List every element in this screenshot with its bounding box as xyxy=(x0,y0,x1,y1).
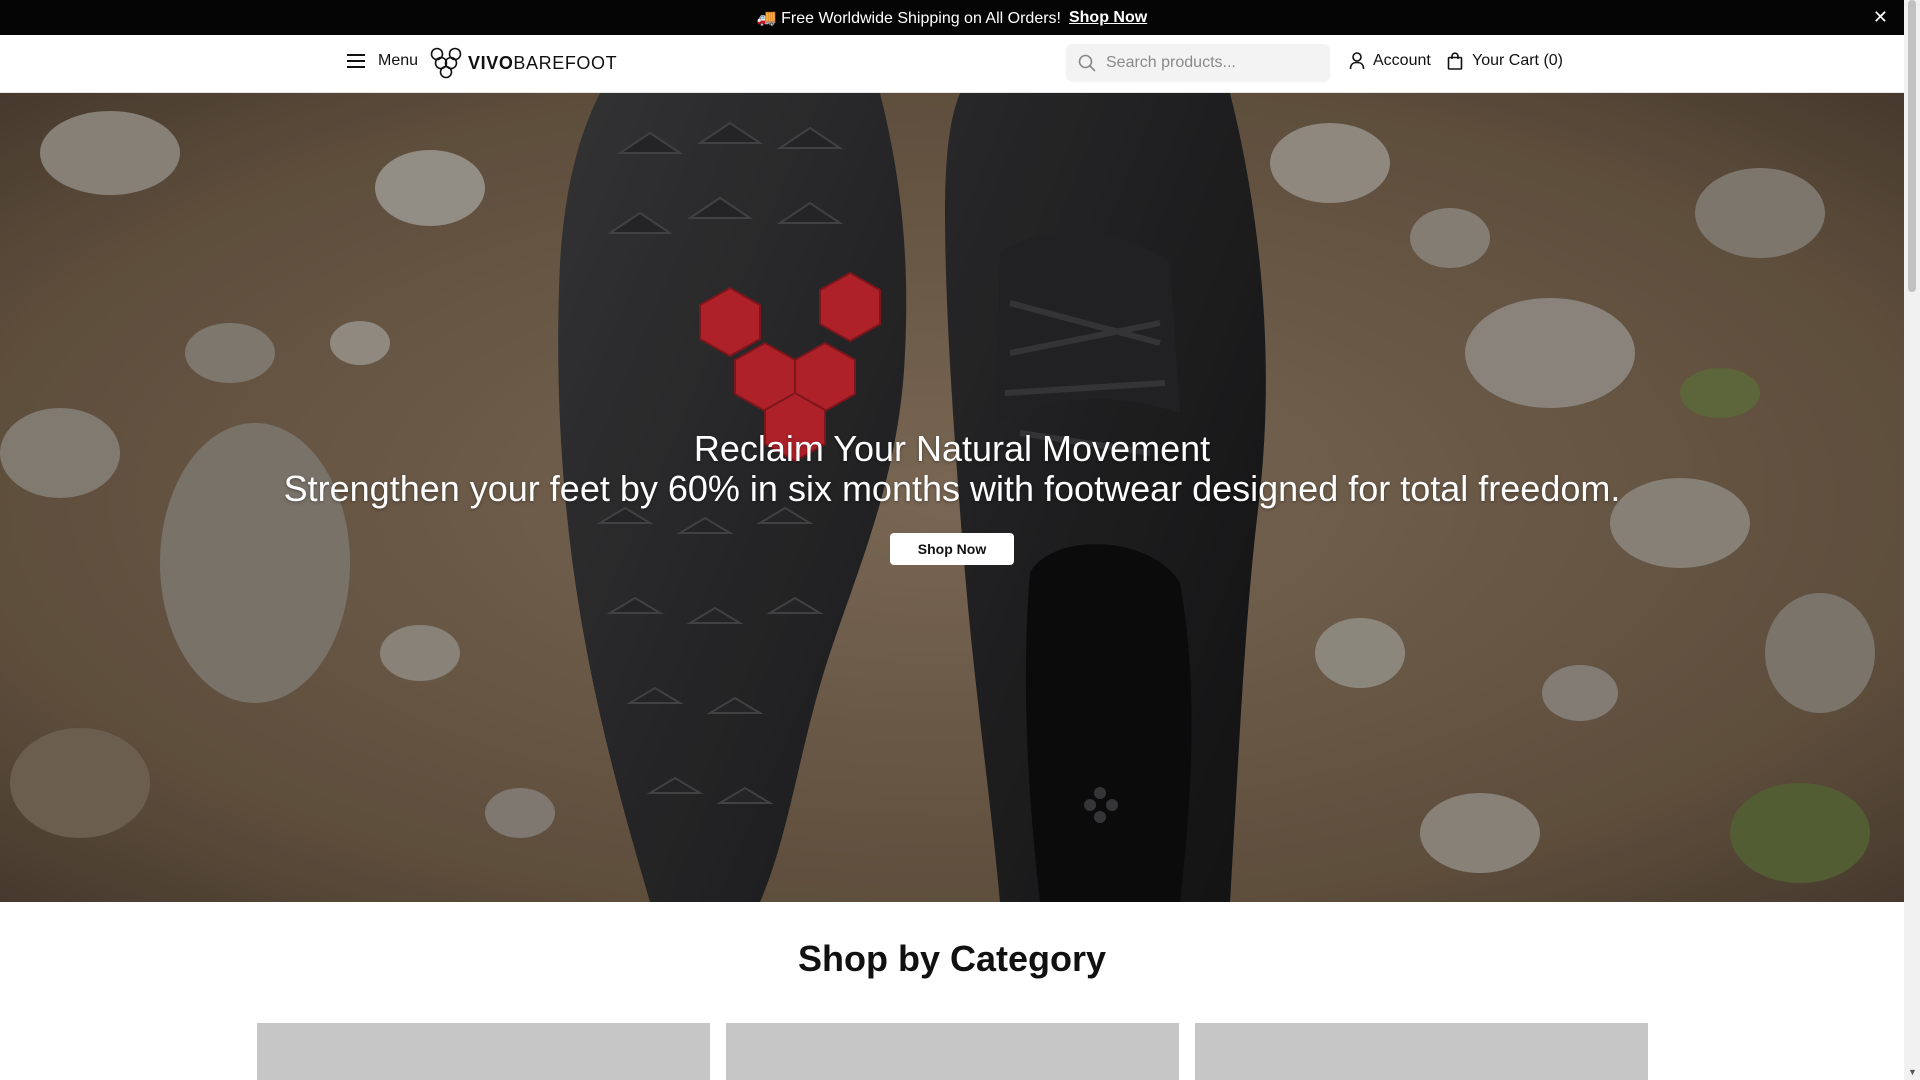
logo-text-light: BAREFOOT xyxy=(513,52,618,73)
logo-icon xyxy=(430,47,462,79)
menu-label: Menu xyxy=(378,52,419,69)
category-heading: Shop by Category xyxy=(797,938,1107,979)
menu-button[interactable]: Menu xyxy=(346,52,418,70)
logo-text-bold: VIVO xyxy=(468,52,514,73)
scroll-down-arrow-icon[interactable]: ▼ xyxy=(1908,1067,1917,1077)
site-header: Menu VIVOBAREFOOT Search products... Acc… xyxy=(0,35,1904,93)
category-card[interactable] xyxy=(257,1023,710,1080)
hero-title: Reclaim Your Natural Movement xyxy=(693,428,1211,469)
shopping-bag-icon xyxy=(1447,52,1463,70)
account-label: Account xyxy=(1373,52,1431,69)
page: 🚚 Free Worldwide Shipping on All Orders!… xyxy=(0,0,1904,1080)
logo[interactable]: VIVOBAREFOOT xyxy=(428,46,617,80)
page-scrollbar[interactable]: ▼ xyxy=(1904,0,1920,1080)
cart-label: Your Cart (0) xyxy=(1472,52,1563,69)
hamburger-icon xyxy=(347,54,365,68)
search-box[interactable] xyxy=(1066,44,1330,82)
category-card[interactable] xyxy=(726,1023,1179,1080)
announcement-shop-now-link[interactable]: Shop Now xyxy=(1069,9,1147,27)
scrollbar-thumb[interactable] xyxy=(1908,0,1916,292)
account-link[interactable]: Account xyxy=(1349,52,1431,70)
announcement-bar: 🚚 Free Worldwide Shipping on All Orders!… xyxy=(0,0,1904,35)
user-icon xyxy=(1349,52,1365,70)
hero-content: Reclaim Your Natural Movement Strengthen… xyxy=(0,427,1904,565)
search-input[interactable] xyxy=(1106,54,1306,72)
close-icon[interactable]: ✕ xyxy=(1873,7,1888,27)
announcement-text: 🚚 Free Worldwide Shipping on All Orders! xyxy=(756,9,1061,27)
hero-shop-now-button[interactable]: Shop Now xyxy=(889,533,1015,565)
hero-banner: Reclaim Your Natural Movement Strengthen… xyxy=(0,93,1904,902)
hero-subtitle: Strengthen your feet by 60% in six month… xyxy=(283,468,1621,509)
category-card[interactable] xyxy=(1195,1023,1648,1080)
category-cards xyxy=(257,1023,1648,1080)
cart-link[interactable]: Your Cart (0) xyxy=(1447,52,1563,70)
search-icon xyxy=(1078,54,1096,72)
